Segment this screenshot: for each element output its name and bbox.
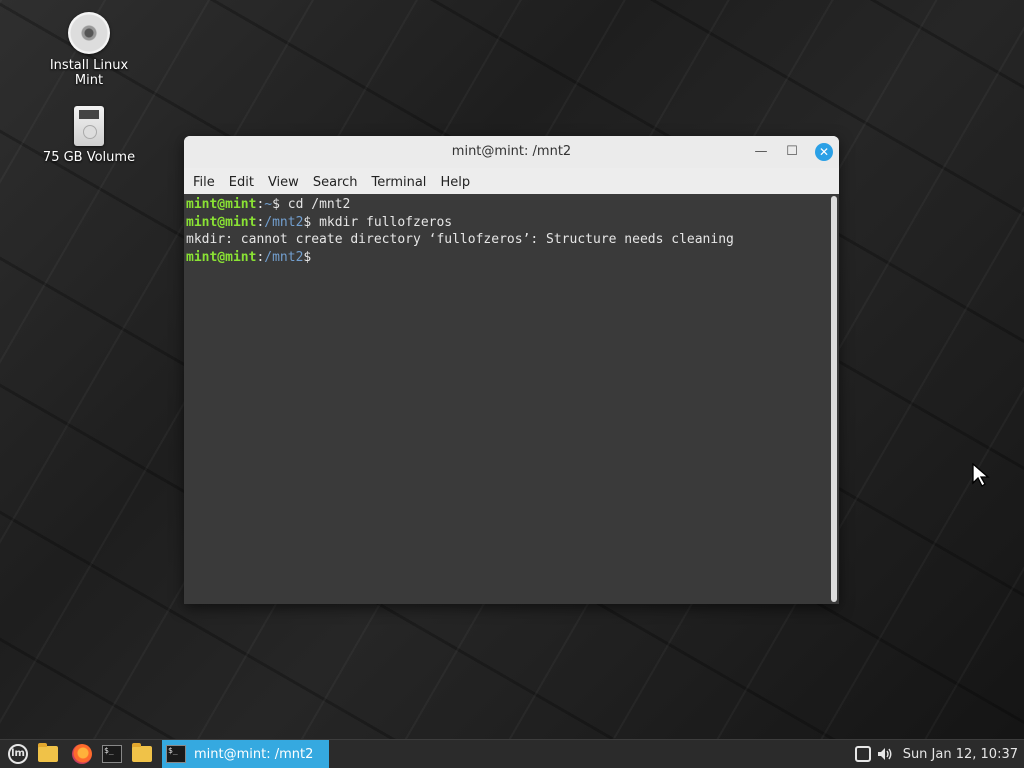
firefox-icon [72,744,92,764]
desktop-icon-label: Install Linux Mint [49,58,129,88]
menu-button[interactable]: lm [6,742,30,766]
prompt-path: /mnt2 [264,249,304,265]
scrollbar-thumb[interactable] [831,196,837,602]
prompt-user: mint@mint [186,249,257,265]
taskbar-window-label: mint@mint: /mnt2 [194,746,314,762]
prompt-user: mint@mint [186,197,257,212]
prompt-symbol: $ [303,249,312,265]
command-text: cd /mnt2 [287,197,351,212]
launcher-folder[interactable] [130,742,154,766]
terminal-line: mint@mint:/mnt2$ mkdir fullofzeros [186,214,827,232]
terminal-output[interactable]: mint@mint:~$ cd /mnt2 mint@mint:/mnt2$ mk… [184,194,829,604]
window-titlebar[interactable]: mint@mint: /mnt2 — ☐ ✕ [184,136,839,168]
prompt-symbol: $ [303,214,320,230]
terminal-line: mint@mint:~$ cd /mnt2 [186,196,827,214]
desktop-icon-75gb-volume[interactable]: 75 GB Volume [34,106,144,165]
launcher-firefox[interactable] [70,742,94,766]
close-button[interactable]: ✕ [815,143,833,161]
window-title: mint@mint: /mnt2 [451,144,572,159]
folder-icon [132,743,152,762]
prompt-symbol: $ [272,197,288,212]
menu-file[interactable]: File [190,173,223,190]
terminal-window: mint@mint: /mnt2 — ☐ ✕ File Edit View Se… [184,136,839,604]
terminal-icon: $_ [102,745,122,763]
volume-icon[interactable] [877,746,893,762]
clock[interactable]: Sun Jan 12, 10:37 [903,747,1018,762]
prompt-path: ~ [264,197,273,212]
terminal-line: mkdir: cannot create directory ‘fullofze… [186,231,827,249]
prompt-user: mint@mint [186,214,257,230]
system-tray: Sun Jan 12, 10:37 [854,746,1024,762]
desktop-icon-label: 75 GB Volume [42,150,136,165]
error-output: mkdir: cannot create directory ‘fullofze… [186,232,734,247]
command-text: mkdir fullofzeros [319,214,453,230]
cd-disc-icon [68,12,110,54]
terminal-icon: $_ [166,745,186,763]
maximize-button[interactable]: ☐ [783,143,801,161]
menu-help[interactable]: Help [437,173,478,190]
menu-view[interactable]: View [265,173,307,190]
linux-mint-menu-icon: lm [8,744,28,764]
desktop-icon-install-linux-mint[interactable]: Install Linux Mint [34,12,144,88]
menu-bar: File Edit View Search Terminal Help [184,168,839,194]
terminal-scrollbar[interactable] [829,194,839,604]
menu-terminal[interactable]: Terminal [368,173,434,190]
taskbar-window-terminal[interactable]: $_ mint@mint: /mnt2 [162,740,329,768]
terminal-line: mint@mint:/mnt2$ [186,249,827,267]
minimize-button[interactable]: — [752,143,770,161]
menu-search[interactable]: Search [310,173,366,190]
launcher-terminal[interactable]: $_ [100,742,124,766]
launcher-files[interactable] [36,742,60,766]
prompt-path: /mnt2 [264,214,304,230]
drive-icon [74,106,104,146]
mouse-pointer-icon [972,463,990,487]
network-icon[interactable] [854,746,871,762]
menu-edit[interactable]: Edit [226,173,262,190]
files-icon [38,743,58,762]
bottom-panel: lm $_ $_ mint@mint: /mnt2 Sun Jan 12, 10… [0,739,1024,768]
